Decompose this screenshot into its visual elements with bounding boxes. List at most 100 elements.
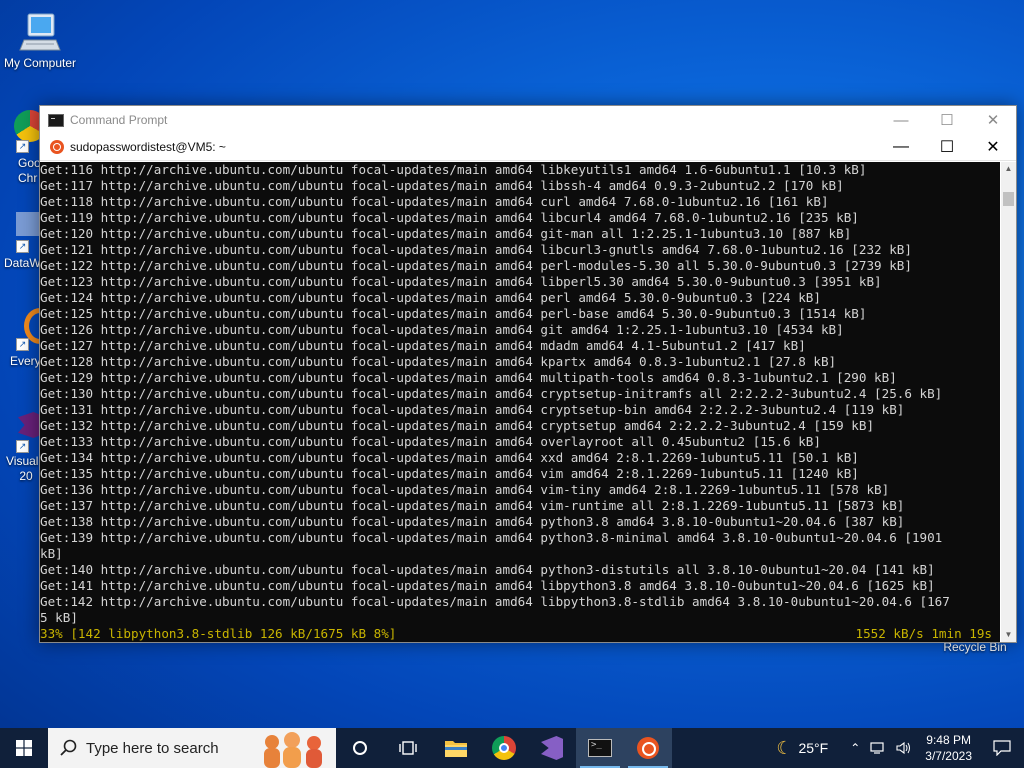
moon-icon: ☾	[776, 737, 793, 758]
network-icon[interactable]	[865, 741, 891, 755]
visual-studio-shortcut[interactable]: ↗ Visual 20	[0, 410, 40, 490]
terminal-line: kB]	[40, 546, 63, 561]
search-placeholder: Type here to search	[86, 739, 219, 757]
chrome-shortcut[interactable]: ↗ Goo Chr	[0, 110, 40, 190]
cmd-maximize-button[interactable]: ☐	[924, 106, 970, 134]
shortcut-arrow-icon: ↗	[16, 338, 29, 351]
cmd-close-button[interactable]: ✕	[970, 106, 1016, 134]
terminal-line: Get:127 http://archive.ubuntu.com/ubuntu…	[40, 338, 806, 353]
cortana-button[interactable]	[336, 728, 384, 768]
search-icon	[60, 739, 77, 756]
command-prompt-button[interactable]: >_	[576, 728, 624, 768]
terminal-line: Get:119 http://archive.ubuntu.com/ubuntu…	[40, 210, 859, 225]
visual-studio-icon	[541, 736, 563, 760]
terminal-line: Get:139 http://archive.ubuntu.com/ubuntu…	[40, 530, 943, 545]
terminal-line: Get:118 http://archive.ubuntu.com/ubuntu…	[40, 194, 829, 209]
terminal-scrollbar[interactable]: ▲ ▼	[1001, 162, 1016, 642]
clock-time: 9:48 PM	[926, 733, 971, 747]
scroll-up-arrow-icon[interactable]: ▲	[1001, 162, 1016, 176]
notifications-button[interactable]	[980, 728, 1024, 768]
chrome-shortcut-label: Goo Chr	[18, 156, 40, 185]
weather-temperature: 25°F	[798, 740, 829, 756]
chrome-button[interactable]	[480, 728, 528, 768]
my-computer-icon[interactable]: My Computer	[0, 10, 80, 70]
cmd-app-icon	[48, 113, 64, 127]
terminal-line: Get:138 http://archive.ubuntu.com/ubuntu…	[40, 514, 905, 529]
terminal-line: Get:117 http://archive.ubuntu.com/ubuntu…	[40, 178, 844, 193]
terminal-line: Get:137 http://archive.ubuntu.com/ubuntu…	[40, 498, 905, 513]
taskbar-search[interactable]: Type here to search	[48, 728, 336, 768]
terminal-line: Get:129 http://archive.ubuntu.com/ubuntu…	[40, 370, 897, 385]
shortcut-arrow-icon: ↗	[16, 440, 29, 453]
terminal-window-title: sudopasswordistest@VM5: ~	[70, 140, 226, 154]
notification-icon	[993, 740, 1011, 756]
windows-logo-icon	[16, 740, 32, 756]
terminal-line: Get:136 http://archive.ubuntu.com/ubuntu…	[40, 482, 890, 497]
terminal-line: Get:122 http://archive.ubuntu.com/ubuntu…	[40, 258, 912, 273]
command-prompt-window[interactable]: Command Prompt — ☐ ✕ sudopasswordistest@…	[39, 105, 1017, 643]
ubuntu-icon	[637, 737, 659, 759]
terminal-maximize-button[interactable]: ☐	[924, 134, 970, 160]
terminal-titlebar[interactable]: sudopasswordistest@VM5: ~ — ☐ ✕	[40, 134, 1016, 161]
terminal-line: Get:133 http://archive.ubuntu.com/ubuntu…	[40, 434, 821, 449]
terminal-output[interactable]: Get:116 http://archive.ubuntu.com/ubuntu…	[40, 162, 1000, 642]
cmd-titlebar[interactable]: Command Prompt — ☐ ✕	[40, 106, 1016, 134]
everything-shortcut[interactable]: ↗ Every	[0, 308, 40, 372]
cortana-icon	[353, 741, 367, 755]
my-computer-label: My Computer	[3, 56, 77, 70]
everything-shortcut-label: Every	[10, 354, 40, 368]
folder-icon	[445, 741, 467, 757]
datawrapper-shortcut[interactable]: ↗ DataW	[0, 208, 40, 274]
terminal-icon: >_	[588, 739, 612, 757]
terminal-line: Get:134 http://archive.ubuntu.com/ubuntu…	[40, 450, 859, 465]
status-left: 33% [142 libpython3.8-stdlib 126 kB/1675…	[40, 626, 397, 641]
ubuntu-button[interactable]	[624, 728, 672, 768]
scroll-down-arrow-icon[interactable]: ▼	[1001, 628, 1016, 642]
terminal-close-button[interactable]: ✕	[970, 134, 1016, 160]
taskbar: Type here to search >_ ☾ 25°F ⌃ 9:48 PM …	[0, 728, 1024, 768]
visual-studio-shortcut-label: Visual 20	[6, 454, 39, 483]
shortcut-arrow-icon: ↗	[16, 240, 29, 253]
file-explorer-button[interactable]	[432, 728, 480, 768]
system-tray: ☾ 25°F ⌃ 9:48 PM 3/7/2023	[771, 728, 1024, 768]
status-right: 1552 kB/s 1min 19s	[855, 626, 992, 641]
ubuntu-icon	[50, 140, 64, 154]
cmd-window-title: Command Prompt	[70, 113, 168, 127]
computer-icon	[19, 13, 61, 51]
visual-studio-icon	[18, 412, 40, 438]
weather-widget[interactable]: ☾ 25°F	[771, 738, 833, 759]
datawrapper-shortcut-label: DataW	[4, 256, 40, 270]
terminal-line: Get:125 http://archive.ubuntu.com/ubuntu…	[40, 306, 867, 321]
terminal-line: Get:123 http://archive.ubuntu.com/ubuntu…	[40, 274, 882, 289]
show-hidden-icons-button[interactable]: ⌃	[845, 741, 865, 755]
clock-date: 3/7/2023	[925, 749, 972, 763]
terminal-line: Get:128 http://archive.ubuntu.com/ubuntu…	[40, 354, 837, 369]
terminal-line: Get:131 http://archive.ubuntu.com/ubuntu…	[40, 402, 905, 417]
search-highlight-illustration-icon	[264, 732, 322, 768]
terminal-line: Get:120 http://archive.ubuntu.com/ubuntu…	[40, 226, 852, 241]
task-view-button[interactable]	[384, 728, 432, 768]
datawrapper-icon	[16, 212, 40, 236]
terminal-line: Get:141 http://archive.ubuntu.com/ubuntu…	[40, 578, 935, 593]
terminal-line: Get:121 http://archive.ubuntu.com/ubuntu…	[40, 242, 912, 257]
terminal-line: Get:124 http://archive.ubuntu.com/ubuntu…	[40, 290, 821, 305]
volume-icon[interactable]	[891, 741, 917, 755]
chrome-icon	[14, 110, 40, 142]
terminal-line: 5 kB]	[40, 610, 78, 625]
chevron-up-icon: ⌃	[850, 741, 861, 755]
cmd-minimize-button[interactable]: —	[878, 106, 924, 134]
visual-studio-button[interactable]	[528, 728, 576, 768]
apt-progress-status: 33% [142 libpython3.8-stdlib 126 kB/1675…	[40, 626, 1000, 642]
terminal-minimize-button[interactable]: —	[878, 134, 924, 160]
terminal-line: Get:132 http://archive.ubuntu.com/ubuntu…	[40, 418, 875, 433]
terminal-line: Get:116 http://archive.ubuntu.com/ubuntu…	[40, 162, 867, 177]
start-button[interactable]	[0, 728, 48, 768]
terminal-line: Get:135 http://archive.ubuntu.com/ubuntu…	[40, 466, 859, 481]
terminal-line: Get:126 http://archive.ubuntu.com/ubuntu…	[40, 322, 844, 337]
task-view-icon	[399, 741, 417, 755]
shortcut-arrow-icon: ↗	[16, 140, 29, 153]
terminal-line: Get:140 http://archive.ubuntu.com/ubuntu…	[40, 562, 935, 577]
scroll-thumb[interactable]	[1003, 192, 1014, 206]
chrome-icon	[492, 736, 516, 760]
clock[interactable]: 9:48 PM 3/7/2023	[917, 732, 980, 764]
